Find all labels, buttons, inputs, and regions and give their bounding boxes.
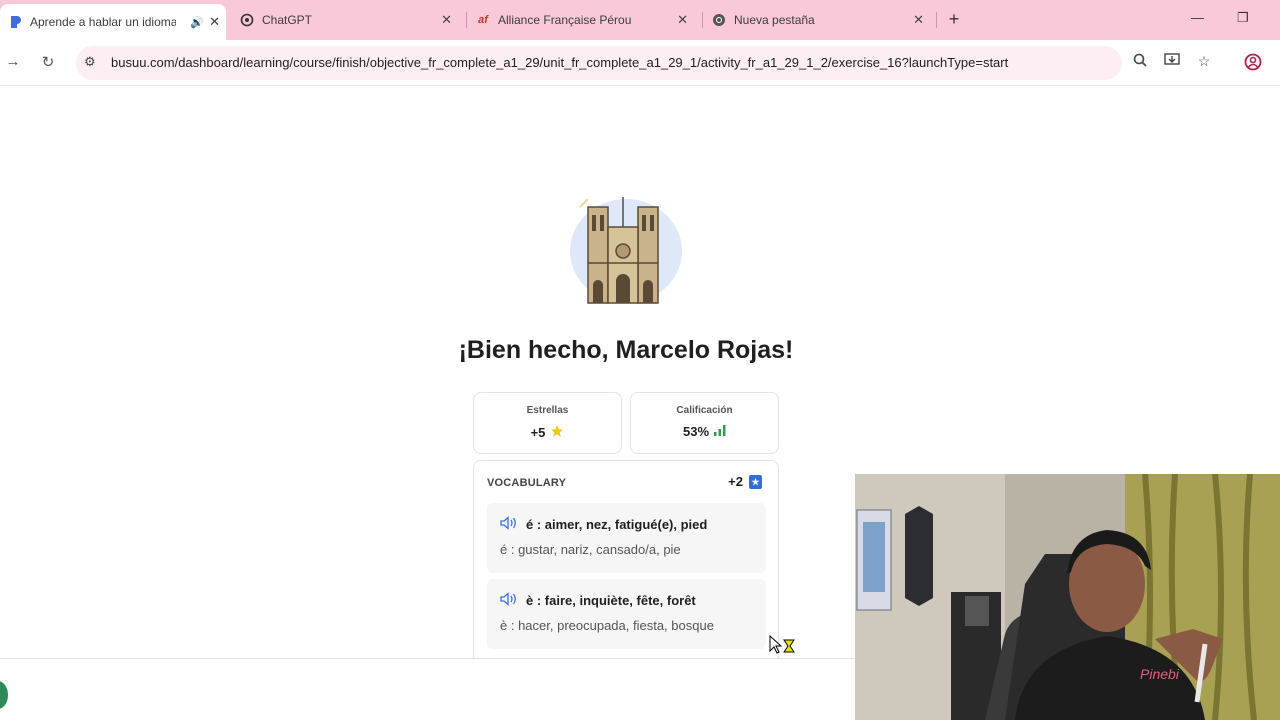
bookmark-star-icon[interactable]: ☆ xyxy=(1194,53,1214,70)
vocabulary-card: VOCABULARY +2 ★ é : aimer, nez, fatigué(… xyxy=(473,460,779,670)
profile-icon[interactable] xyxy=(1243,53,1263,74)
install-app-icon[interactable] xyxy=(1162,53,1182,70)
score-label: Calificación xyxy=(676,405,733,416)
tab-alliance[interactable]: af Alliance Française Pérou ✕ xyxy=(476,6,694,34)
close-tab-icon[interactable]: ✕ xyxy=(209,14,220,30)
tab-separator xyxy=(702,12,703,28)
vocab-item: é : aimer, nez, fatigué(e), pied é : gus… xyxy=(487,503,766,573)
stars-value: +5 xyxy=(530,425,546,440)
svg-text:Pinebi: Pinebi xyxy=(1140,666,1180,682)
tab-title: Alliance Française Pérou xyxy=(498,13,632,27)
tab-title: ChatGPT xyxy=(262,13,313,27)
vocab-french: è : faire, inquiète, fête, forêt xyxy=(526,593,696,608)
star-icon xyxy=(550,424,564,441)
reload-icon[interactable]: ↻ xyxy=(38,53,58,71)
vocab-french: é : aimer, nez, fatigué(e), pied xyxy=(526,517,708,532)
tab-chatgpt[interactable]: ChatGPT ✕ xyxy=(240,6,458,34)
tab-busuu[interactable]: Aprende a hablar un idioma 🔊 ✕ xyxy=(0,4,226,40)
bar-chart-icon xyxy=(714,424,726,439)
tab-title: Aprende a hablar un idioma xyxy=(30,15,176,29)
help-button[interactable] xyxy=(0,681,8,709)
tab-title: Nueva pestaña xyxy=(734,13,815,27)
score-card: Calificación 53% xyxy=(630,392,779,454)
stars-card: Estrellas +5 xyxy=(473,392,622,454)
bottom-action-bar xyxy=(0,658,855,720)
tab-new[interactable]: Nueva pestaña ✕ xyxy=(712,6,930,34)
page-title: ¡Bien hecho, Marcelo Rojas! xyxy=(458,336,794,364)
chatgpt-icon xyxy=(240,13,254,27)
close-tab-icon[interactable]: ✕ xyxy=(913,12,924,28)
tab-strip: Aprende a hablar un idioma 🔊 ✕ ChatGPT ✕… xyxy=(0,0,1280,40)
minimize-icon[interactable]: — xyxy=(1191,10,1204,25)
vocabulary-bonus: +2 ★ xyxy=(728,474,762,489)
speaker-icon[interactable]: 🔊 xyxy=(190,16,204,29)
play-audio-icon[interactable] xyxy=(500,516,518,533)
busy-cursor-icon xyxy=(769,635,795,654)
tab-separator xyxy=(936,12,937,28)
forward-icon[interactable]: → xyxy=(3,53,23,70)
vocabulary-title: VOCABULARY xyxy=(487,477,567,489)
chrome-icon xyxy=(712,13,726,27)
bonus-value: +2 xyxy=(728,474,743,489)
bonus-badge-icon: ★ xyxy=(749,474,762,489)
zoom-icon[interactable] xyxy=(1130,53,1150,70)
busuu-icon xyxy=(8,15,22,29)
browser-toolbar: → ↻ ⚙ busuu.com/dashboard/learning/cours… xyxy=(0,40,1280,86)
address-bar[interactable]: ⚙ busuu.com/dashboard/learning/course/fi… xyxy=(76,46,1122,80)
vocab-spanish: é : gustar, nariz, cansado/a, pie xyxy=(500,542,681,557)
notre-dame-illustration xyxy=(570,197,682,304)
score-value: 53% xyxy=(682,424,710,439)
vocab-spanish: è : hacer, preocupada, fiesta, bosque xyxy=(500,618,714,633)
tab-separator xyxy=(466,12,467,28)
play-audio-icon[interactable] xyxy=(500,592,518,609)
new-tab-icon[interactable]: + xyxy=(944,9,964,30)
af-icon: af xyxy=(478,14,488,26)
close-tab-icon[interactable]: ✕ xyxy=(441,12,452,28)
vocab-item: è : faire, inquiète, fête, forêt è : hac… xyxy=(487,579,766,649)
site-info-icon[interactable]: ⚙ xyxy=(84,54,96,70)
restore-icon[interactable]: ❐ xyxy=(1237,10,1249,26)
url-text[interactable]: busuu.com/dashboard/learning/course/fini… xyxy=(111,55,1008,70)
stars-label: Estrellas xyxy=(526,405,569,416)
webcam-video: Pinebi xyxy=(855,474,1280,720)
browser-window: Aprende a hablar un idioma 🔊 ✕ ChatGPT ✕… xyxy=(0,0,1280,720)
close-tab-icon[interactable]: ✕ xyxy=(677,12,688,28)
